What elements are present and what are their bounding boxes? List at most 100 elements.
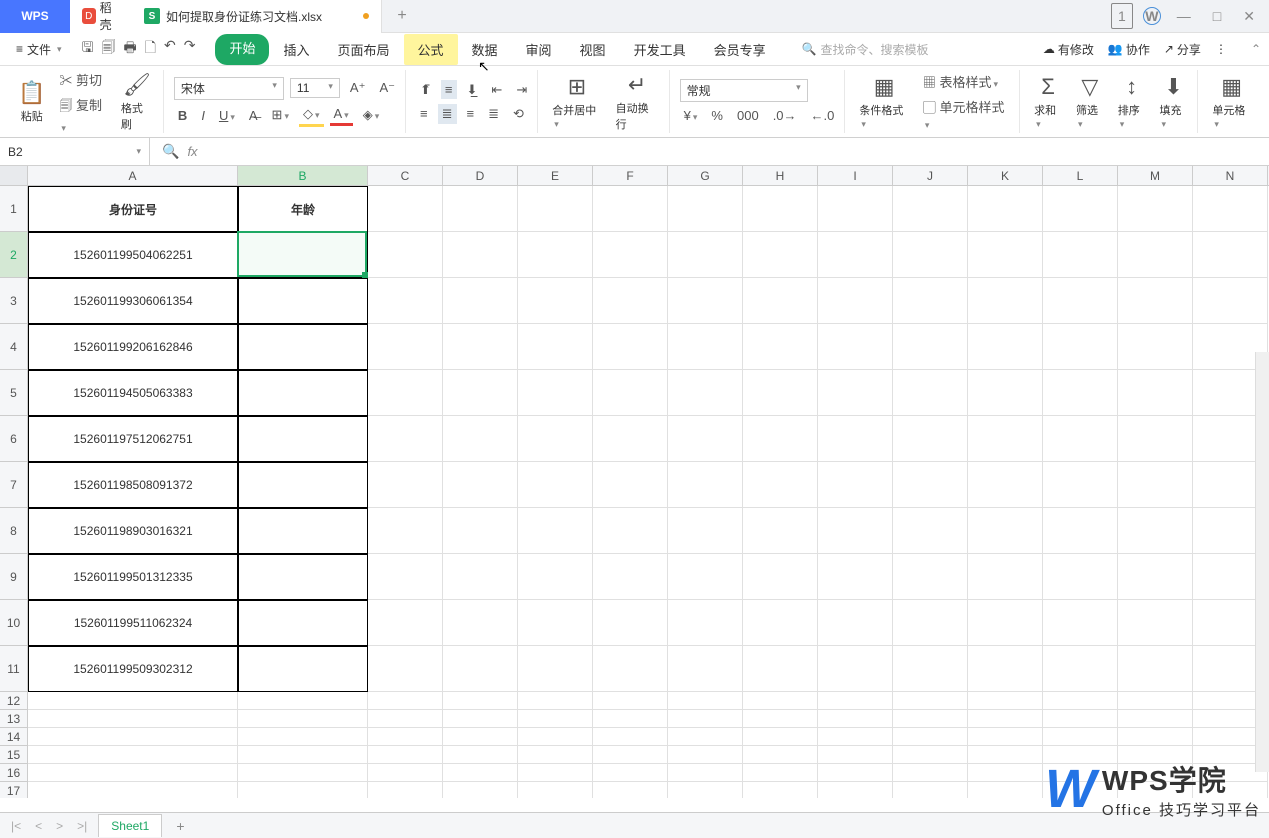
cell-C1[interactable] [368, 186, 443, 232]
decrease-font-icon[interactable]: A⁻ [375, 78, 399, 98]
currency-icon[interactable]: ¥▾ [680, 106, 702, 125]
file-menu[interactable]: ≡ 文件 ▾ [8, 37, 70, 62]
cell-H5[interactable] [743, 370, 818, 416]
cell-F8[interactable] [593, 508, 668, 554]
cell-M8[interactable] [1118, 508, 1193, 554]
cell-B6[interactable] [238, 416, 368, 462]
cell-B2[interactable] [238, 232, 368, 278]
cell-F14[interactable] [593, 728, 668, 746]
cell-B4[interactable] [238, 324, 368, 370]
cell-M5[interactable] [1118, 370, 1193, 416]
cell-L12[interactable] [1043, 692, 1118, 710]
cell-H6[interactable] [743, 416, 818, 462]
col-header-N[interactable]: N [1193, 166, 1268, 185]
cell-E16[interactable] [518, 764, 593, 782]
font-color-button[interactable]: A▾ [330, 104, 353, 126]
fill-color-button[interactable]: ◇▾ [299, 104, 324, 127]
cell-F6[interactable] [593, 416, 668, 462]
cell-A7[interactable]: 152601198508091372 [28, 462, 238, 508]
menu-tab-data[interactable]: 数据 [458, 34, 512, 65]
cell-I10[interactable] [818, 600, 893, 646]
cell-M1[interactable] [1118, 186, 1193, 232]
cell-J10[interactable] [893, 600, 968, 646]
cell-I15[interactable] [818, 746, 893, 764]
cell-M15[interactable] [1118, 746, 1193, 764]
more-icon[interactable]: ⋮ [1215, 42, 1227, 56]
cell-N1[interactable] [1193, 186, 1268, 232]
cells-area[interactable]: 身份证号年龄1526011995040622511526011993060613… [28, 186, 1269, 798]
cell-D11[interactable] [443, 646, 518, 692]
col-header-F[interactable]: F [593, 166, 668, 185]
menu-tab-start[interactable]: 开始 [215, 34, 269, 65]
row-header-2[interactable]: 2 [0, 232, 28, 278]
cell-D5[interactable] [443, 370, 518, 416]
font-size-select[interactable]: 11▾ [290, 78, 340, 98]
cell-K6[interactable] [968, 416, 1043, 462]
cell-K17[interactable] [968, 782, 1043, 798]
cell-G15[interactable] [668, 746, 743, 764]
col-header-C[interactable]: C [368, 166, 443, 185]
cond-format-button[interactable]: ▦条件格式▾ [855, 72, 913, 132]
align-left-icon[interactable]: ≡ [416, 104, 432, 123]
cell-C17[interactable] [368, 782, 443, 798]
print-preview-icon[interactable]: 🗋 [145, 37, 156, 61]
col-header-D[interactable]: D [443, 166, 518, 185]
cell-L8[interactable] [1043, 508, 1118, 554]
cell-L10[interactable] [1043, 600, 1118, 646]
number-format-select[interactable]: 常规▾ [680, 79, 808, 102]
cell-F11[interactable] [593, 646, 668, 692]
strikethrough-button[interactable]: A̶ [245, 106, 262, 125]
cell-I7[interactable] [818, 462, 893, 508]
cell-E2[interactable] [518, 232, 593, 278]
cell-I2[interactable] [818, 232, 893, 278]
filter-button[interactable]: ▽筛选▾ [1072, 72, 1108, 132]
cell-C6[interactable] [368, 416, 443, 462]
window-number[interactable]: 1 [1111, 3, 1133, 29]
cell-M11[interactable] [1118, 646, 1193, 692]
cell-H3[interactable] [743, 278, 818, 324]
cell-D15[interactable] [443, 746, 518, 764]
percent-icon[interactable]: % [707, 106, 727, 125]
cell-H15[interactable] [743, 746, 818, 764]
cell-F15[interactable] [593, 746, 668, 764]
cell-E8[interactable] [518, 508, 593, 554]
cell-J6[interactable] [893, 416, 968, 462]
cell-F7[interactable] [593, 462, 668, 508]
row-header-8[interactable]: 8 [0, 508, 28, 554]
align-bottom-icon[interactable]: ⬇̲ [463, 80, 482, 100]
row-header-11[interactable]: 11 [0, 646, 28, 692]
cell-H8[interactable] [743, 508, 818, 554]
cell-K4[interactable] [968, 324, 1043, 370]
cell-L1[interactable] [1043, 186, 1118, 232]
cell-K3[interactable] [968, 278, 1043, 324]
cell-C8[interactable] [368, 508, 443, 554]
align-right-icon[interactable]: ≡ [463, 104, 479, 123]
align-middle-icon[interactable]: ≡ [441, 80, 457, 99]
cell-E7[interactable] [518, 462, 593, 508]
cell-I6[interactable] [818, 416, 893, 462]
cell-D16[interactable] [443, 764, 518, 782]
cell-M17[interactable] [1118, 782, 1193, 798]
sheet-nav-prev-icon[interactable]: < [32, 819, 45, 833]
bold-button[interactable]: B [174, 106, 191, 125]
cell-H16[interactable] [743, 764, 818, 782]
cell-B15[interactable] [238, 746, 368, 764]
cut-button[interactable]: ✂ 剪切 [55, 68, 110, 91]
cell-K16[interactable] [968, 764, 1043, 782]
wps-logo-icon[interactable]: W [1143, 7, 1161, 25]
maximize-icon[interactable]: □ [1207, 4, 1227, 28]
cell-G3[interactable] [668, 278, 743, 324]
cell-F2[interactable] [593, 232, 668, 278]
cell-L16[interactable] [1043, 764, 1118, 782]
cell-K2[interactable] [968, 232, 1043, 278]
cell-D6[interactable] [443, 416, 518, 462]
cell-G8[interactable] [668, 508, 743, 554]
cell-K11[interactable] [968, 646, 1043, 692]
cell-C13[interactable] [368, 710, 443, 728]
cell-B3[interactable] [238, 278, 368, 324]
cell-M9[interactable] [1118, 554, 1193, 600]
menu-tab-member[interactable]: 会员专享 [700, 34, 780, 65]
row-header-16[interactable]: 16 [0, 764, 28, 782]
cell-D17[interactable] [443, 782, 518, 798]
cell-D13[interactable] [443, 710, 518, 728]
